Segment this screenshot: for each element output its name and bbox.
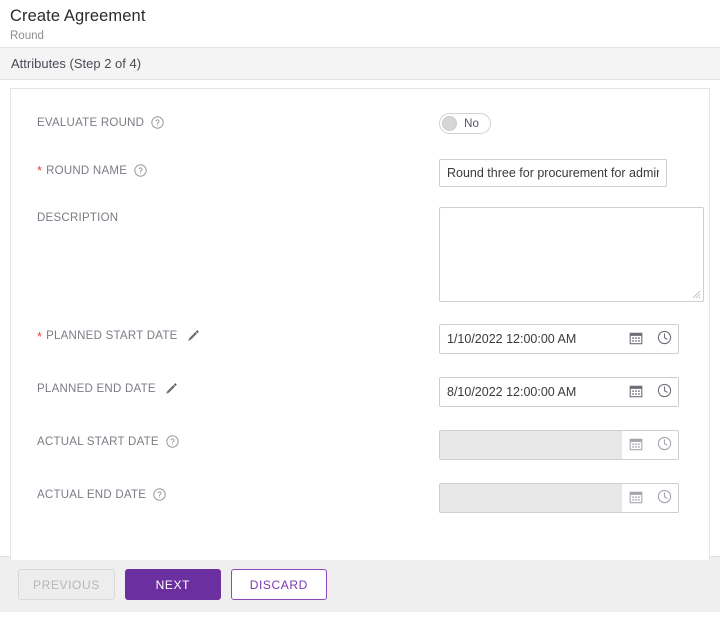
pencil-icon[interactable] bbox=[186, 329, 200, 343]
time-picker-button[interactable] bbox=[650, 378, 678, 406]
next-button[interactable]: NEXT bbox=[124, 569, 221, 600]
time-picker-button[interactable] bbox=[650, 325, 678, 353]
wizard-footer: PREVIOUS NEXT DISCARD bbox=[0, 556, 720, 612]
page-header: Create Agreement Round bbox=[0, 0, 720, 48]
form-row-actual-end-date: ACTUAL END DATE ? bbox=[11, 483, 709, 513]
calendar-picker-button[interactable] bbox=[622, 378, 650, 406]
control-cell-actual-start-date bbox=[439, 430, 709, 460]
field-label-round-name: ROUND NAME bbox=[46, 164, 128, 177]
step-bar: Attributes (Step 2 of 4) bbox=[0, 48, 720, 80]
form-card-wrapper: EVALUATE ROUND ? No * ROUND NAME ? Round… bbox=[0, 80, 720, 560]
calendar-icon bbox=[629, 384, 643, 401]
label-cell-actual-end-date: ACTUAL END DATE ? bbox=[37, 483, 439, 501]
calendar-picker-button bbox=[622, 431, 650, 459]
evaluate-round-toggle[interactable]: No bbox=[439, 113, 491, 134]
page-title: Create Agreement bbox=[10, 7, 146, 25]
step-bar-label: Attributes (Step 2 of 4) bbox=[11, 56, 142, 71]
planned-end-date-group bbox=[439, 377, 679, 407]
label-cell-actual-start-date: ACTUAL START DATE ? bbox=[37, 430, 439, 448]
control-cell-description bbox=[439, 207, 709, 302]
planned-start-date-input[interactable] bbox=[440, 325, 622, 353]
help-icon[interactable]: ? bbox=[151, 116, 164, 129]
control-cell-planned-start-date bbox=[439, 324, 709, 354]
label-cell-planned-end-date: PLANNED END DATE bbox=[37, 377, 439, 396]
required-asterisk: * bbox=[37, 328, 43, 344]
field-label-planned-start-date: PLANNED START DATE bbox=[46, 330, 178, 342]
clock-icon bbox=[657, 383, 672, 401]
form-row-planned-end-date: PLANNED END DATE bbox=[11, 377, 709, 407]
calendar-picker-button bbox=[622, 484, 650, 512]
previous-button[interactable]: PREVIOUS bbox=[18, 569, 115, 600]
discard-button[interactable]: DISCARD bbox=[230, 569, 327, 600]
round-name-input[interactable] bbox=[439, 159, 667, 187]
form-card: EVALUATE ROUND ? No * ROUND NAME ? Round… bbox=[10, 88, 710, 560]
help-icon[interactable]: ? bbox=[153, 488, 166, 501]
required-asterisk: * bbox=[37, 163, 43, 178]
planned-start-date-group bbox=[439, 324, 679, 354]
time-picker-button bbox=[650, 431, 678, 459]
field-label-description: DESCRIPTION bbox=[37, 212, 119, 224]
toggle-value-label: No bbox=[464, 117, 479, 130]
control-cell-evaluate-round: No bbox=[439, 111, 709, 134]
planned-end-date-input[interactable] bbox=[440, 378, 622, 406]
label-cell-description: DESCRIPTION bbox=[37, 207, 439, 224]
clock-icon bbox=[657, 489, 672, 507]
attributes-form: EVALUATE ROUND ? No * ROUND NAME ? Round… bbox=[11, 89, 709, 513]
form-row-description: DESCRIPTION bbox=[11, 207, 709, 302]
svg-text:?: ? bbox=[157, 491, 162, 500]
control-cell-actual-end-date bbox=[439, 483, 709, 513]
form-row-evaluate-round: EVALUATE ROUND ? No bbox=[11, 111, 709, 139]
calendar-icon bbox=[629, 331, 643, 348]
form-row-planned-start-date: * PLANNED START DATE bbox=[11, 324, 709, 354]
form-row-round-name: * ROUND NAME ? bbox=[11, 159, 709, 187]
control-cell-round-name bbox=[439, 159, 709, 187]
label-cell-planned-start-date: * PLANNED START DATE bbox=[37, 324, 439, 343]
help-icon[interactable]: ? bbox=[134, 164, 147, 177]
field-label-planned-end-date: PLANNED END DATE bbox=[37, 383, 156, 395]
actual-end-date-group bbox=[439, 483, 679, 513]
form-row-actual-start-date: ACTUAL START DATE ? bbox=[11, 430, 709, 460]
calendar-picker-button[interactable] bbox=[622, 325, 650, 353]
pencil-icon[interactable] bbox=[164, 382, 178, 396]
label-cell-round-name: * ROUND NAME ? bbox=[37, 159, 439, 177]
clock-icon bbox=[657, 436, 672, 454]
actual-start-date-input bbox=[440, 431, 622, 459]
svg-text:?: ? bbox=[156, 119, 161, 128]
toggle-knob bbox=[442, 116, 457, 131]
svg-text:?: ? bbox=[138, 167, 143, 176]
description-textarea-wrapper bbox=[439, 207, 704, 302]
time-picker-button bbox=[650, 484, 678, 512]
svg-text:?: ? bbox=[170, 438, 175, 447]
calendar-icon bbox=[629, 437, 643, 454]
page-subtitle: Round bbox=[10, 30, 44, 42]
field-label-actual-start-date: ACTUAL START DATE bbox=[37, 435, 159, 448]
label-cell-evaluate-round: EVALUATE ROUND ? bbox=[37, 111, 439, 129]
clock-icon bbox=[657, 330, 672, 348]
actual-start-date-group bbox=[439, 430, 679, 460]
description-textarea[interactable] bbox=[440, 208, 703, 301]
field-label-actual-end-date: ACTUAL END DATE bbox=[37, 488, 147, 501]
control-cell-planned-end-date bbox=[439, 377, 709, 407]
help-icon[interactable]: ? bbox=[166, 435, 179, 448]
actual-end-date-input bbox=[440, 484, 622, 512]
field-label-evaluate-round: EVALUATE ROUND bbox=[37, 116, 145, 129]
calendar-icon bbox=[629, 490, 643, 507]
